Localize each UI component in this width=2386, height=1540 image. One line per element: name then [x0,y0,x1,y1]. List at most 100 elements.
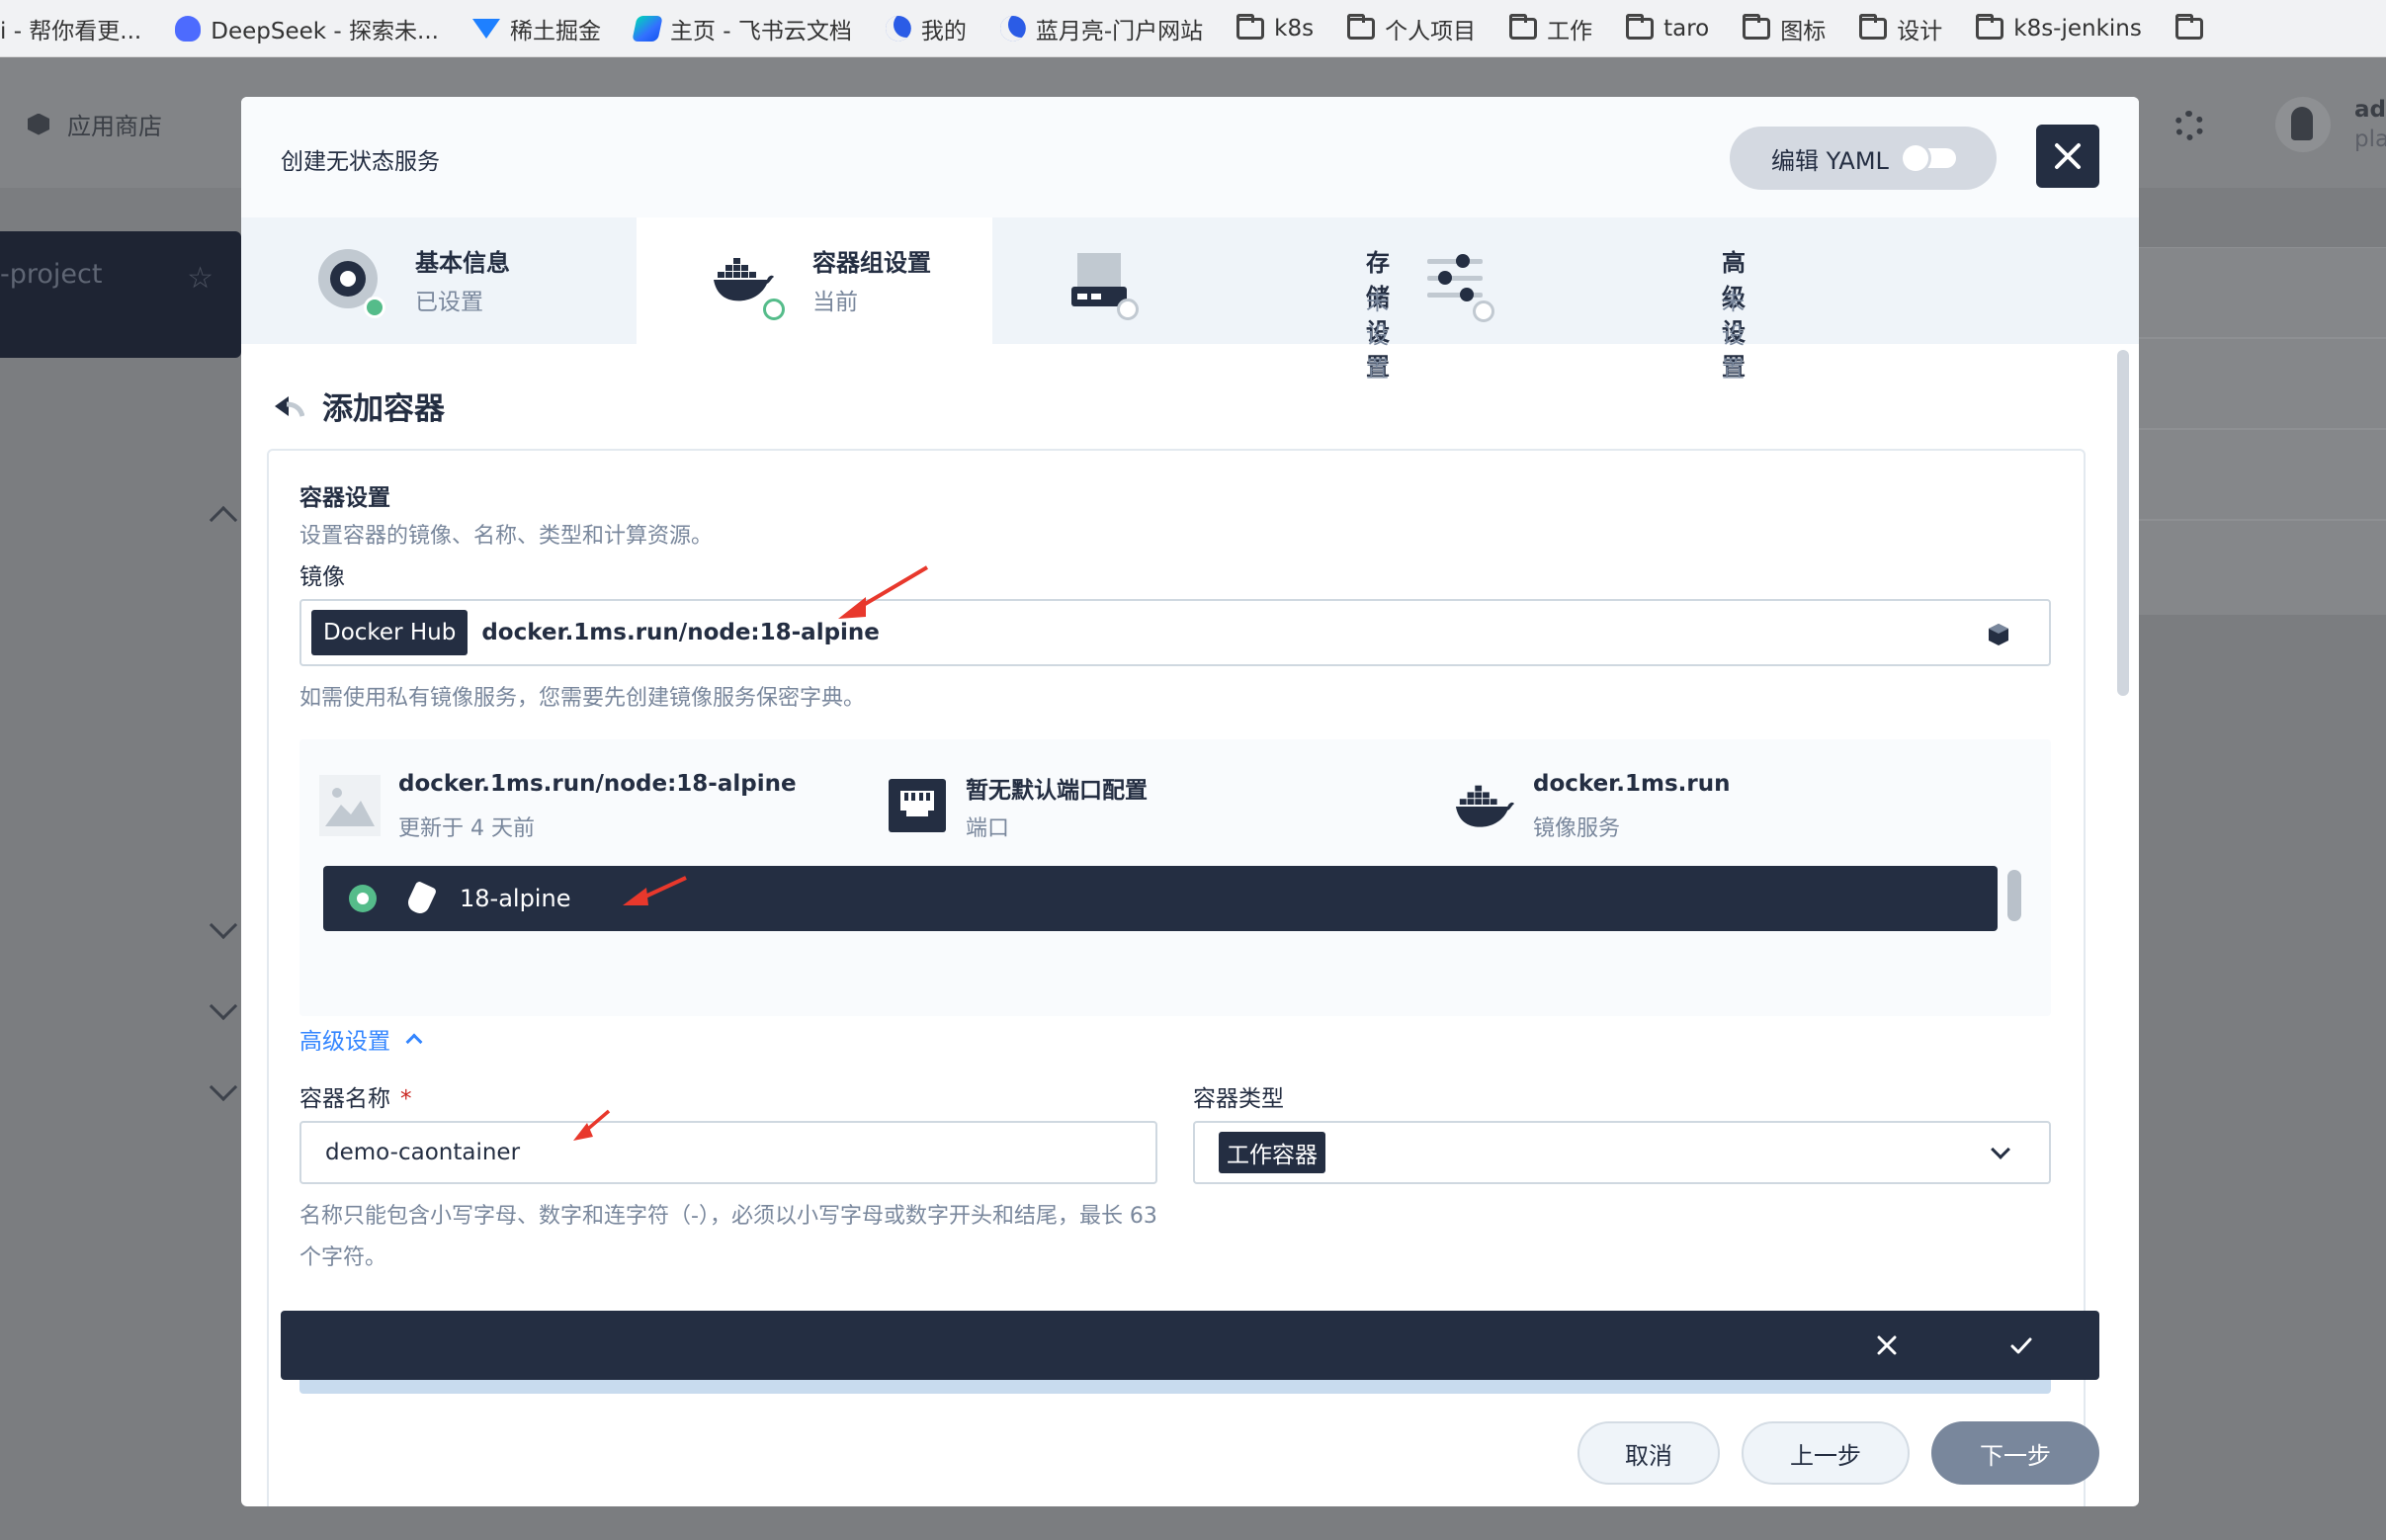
confirm-button[interactable] [2006,1330,2036,1360]
chevron-down-icon[interactable] [209,1072,238,1102]
folder-icon [1976,13,2004,40]
next-button[interactable]: 下一步 [1931,1421,2099,1485]
step-status: 未设置 [1722,290,1745,383]
bookmark-label: 我的 [920,18,967,44]
bookmark-label: 蓝月亮-门户网站 [1035,18,1204,44]
container-type-select[interactable]: 工作容器 [1193,1121,2051,1184]
bookmarks-bar: i - 帮你看更... DeepSeek - 探索未... 稀土掘金 主页 - … [0,0,2386,57]
folder-icon [1509,13,1538,40]
app-store-label: 应用商店 [67,113,162,140]
step-basic-info[interactable]: 基本信息 已设置 [241,217,597,344]
bookmark-label: i - 帮你看更... [0,18,142,44]
container-name-label-text: 容器名称 [299,1086,390,1112]
previous-button[interactable]: 上一步 [1742,1421,1910,1485]
toggle-switch-icon [1902,145,1956,171]
bookmark-mine[interactable]: 我的 [885,12,967,45]
discard-button[interactable] [1872,1330,1902,1360]
chevron-up-icon [405,1033,423,1051]
user-name: adr [2354,97,2386,123]
ethernet-port-icon [887,775,948,836]
edit-yaml-toggle[interactable]: 编辑 YAML [1730,127,1997,190]
moon-icon [999,15,1026,42]
folder-icon [2174,13,2203,40]
close-button[interactable] [2036,125,2099,188]
bookmark-folder-k8s[interactable]: k8s [1236,13,1314,42]
project-selector[interactable]: -project ☆ [0,231,241,358]
step-storage-settings[interactable]: 存储设置 未设置 [992,217,1390,383]
container-name-input[interactable]: demo-caontainer [299,1121,1157,1184]
image-placeholder-icon [319,775,381,836]
user-info[interactable]: adr pla [2354,95,2386,154]
sliders-icon [1423,247,1487,310]
registry-item: docker.1ms.run 镜像服务 [1434,761,1928,850]
tag-list-scrollbar[interactable] [2007,870,2021,921]
bookmark-juejin[interactable]: 稀土掘金 [471,12,601,45]
image-input[interactable]: Docker Hub docker.1ms.run/node:18-alpine [299,599,2051,666]
bookmark-label: 图标 [1780,18,1827,44]
bookmark-folder-design[interactable]: 设计 [1859,12,1942,45]
app-store-nav[interactable]: 应用商店 [28,107,162,141]
image-value: docker.1ms.run/node:18-alpine [481,620,880,645]
image-label: 镜像 [299,564,345,590]
cancel-button[interactable]: 取消 [1577,1421,1720,1485]
radio-selected-icon[interactable] [349,885,377,912]
folder-icon [1347,13,1376,40]
bookmark-folder-icons[interactable]: 图标 [1743,12,1826,45]
required-mark: * [400,1086,412,1112]
chevron-down-icon[interactable] [209,991,238,1021]
step-status: 已设置 [415,290,483,315]
close-icon [1877,1335,1897,1355]
bookmark-label: k8s-jenkins [2013,15,2142,42]
modal-header: 创建无状态服务 编辑 YAML [241,97,2139,217]
folder-icon [1236,13,1265,40]
bookmark-folder-taro[interactable]: taro [1626,13,1709,42]
bookmark-label: DeepSeek - 探索未... [211,18,439,44]
cube-icon[interactable] [1988,623,2009,646]
folder-icon [1859,13,1888,40]
step-advanced-settings[interactable]: 高级设置 未设置 [1348,217,1763,383]
container-name-label: 容器名称 * [299,1079,412,1113]
close-icon [2055,143,2081,169]
container-action-bar [281,1311,2099,1380]
image-info-card: docker.1ms.run/node:18-alpine 更新于 4 天前 暂… [299,739,2051,1016]
bookmark-1[interactable]: i - 帮你看更... [0,12,141,45]
modal-title: 创建无状态服务 [281,149,440,175]
advanced-settings-link[interactable]: 高级设置 [299,1022,423,1056]
bookmark-portal[interactable]: 蓝月亮-门户网站 [999,12,1204,45]
chevron-up-icon[interactable] [209,505,238,535]
avatar[interactable] [2275,97,2331,152]
project-name: -project [0,259,103,290]
tag-icon [404,880,438,917]
add-container-header: 添加容器 [273,384,445,428]
container-settings-description: 设置容器的镜像、名称、类型和计算资源。 [299,524,714,549]
bookmark-folder-personal[interactable]: 个人项目 [1347,12,1476,45]
back-arrow-icon[interactable] [273,392,305,420]
port-item: 暂无默认端口配置 端口 [867,761,1361,850]
registry-sub: 镜像服务 [1533,816,1621,841]
edit-yaml-label: 编辑 YAML [1771,146,1889,175]
bookmark-deepseek[interactable]: DeepSeek - 探索未... [175,12,439,45]
registry-tag[interactable]: Docker Hub [311,610,469,655]
bookmark-label: 工作 [1547,18,1593,44]
star-icon[interactable]: ☆ [187,261,213,296]
image-tag-option[interactable]: 18-alpine [323,866,1998,931]
action-bar-underlay [299,1380,2051,1394]
bookmark-feishu[interactable]: 主页 - 飞书云文档 [632,12,852,45]
modal-scrollbar[interactable] [2117,350,2129,696]
bookmark-folder-k8s-jenkins[interactable]: k8s-jenkins [1976,13,2142,42]
list-row [2139,339,2386,430]
image-updated: 更新于 4 天前 [398,816,535,841]
bookmark-folder-more[interactable] [2174,13,2213,40]
container-settings-title: 容器设置 [299,485,390,511]
gear-icon[interactable] [2174,111,2204,140]
bookmark-folder-work[interactable]: 工作 [1509,12,1592,45]
port-sub: 端口 [966,816,1010,841]
chevron-down-icon[interactable] [209,910,238,940]
check-icon [2010,1337,2032,1354]
juejin-icon [471,18,500,39]
port-title: 暂无默认端口配置 [966,778,1148,804]
add-container-title: 添加容器 [322,391,445,427]
whale-icon [175,15,202,42]
step-pod-settings[interactable]: 容器组设置 当前 [637,217,992,344]
docker-icon [1454,775,1515,836]
